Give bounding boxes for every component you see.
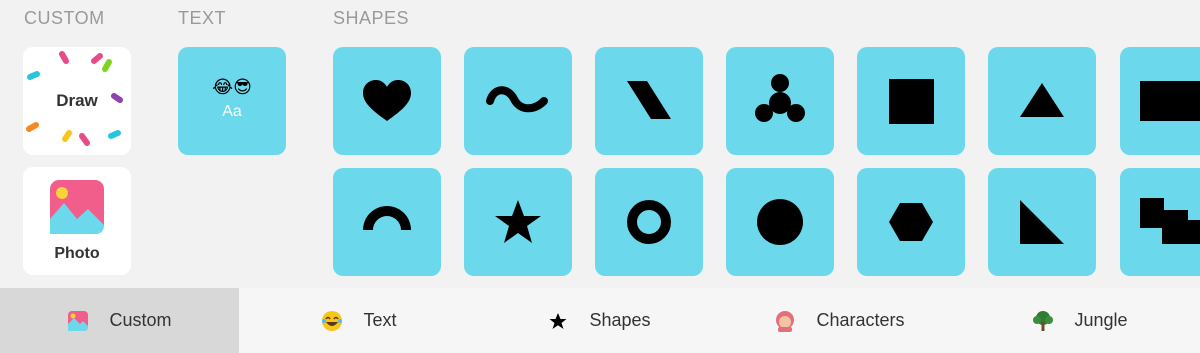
square-shape-icon: [889, 79, 934, 124]
shape-tile-ring[interactable]: [595, 168, 703, 276]
section-label-custom: CUSTOM: [24, 8, 105, 28]
tab-custom-label: Custom: [109, 310, 172, 330]
parallelogram-shape-icon: [627, 81, 671, 119]
shape-tile-trefoil[interactable]: [726, 47, 834, 155]
text-tile[interactable]: 😂😎 Aa: [178, 47, 286, 155]
text-tile-sample: Aa: [222, 103, 242, 120]
laughing-emoji-icon: [321, 310, 343, 332]
trefoil-shape-icon: [755, 74, 805, 122]
tab-characters-label: Characters: [816, 310, 905, 330]
tab-text-label: Text: [363, 310, 397, 330]
photo-label: Photo: [54, 245, 100, 262]
shape-tile-heart[interactable]: [333, 47, 441, 155]
tab-jungle-label: Jungle: [1074, 310, 1128, 330]
shape-tile-circle[interactable]: [726, 168, 834, 276]
shape-tile-parallelogram[interactable]: [595, 47, 703, 155]
draw-tile[interactable]: Draw: [23, 47, 131, 155]
character-face-icon: [774, 310, 796, 332]
wave-shape-icon: [486, 86, 548, 113]
zigzag-shape-icon: [1140, 198, 1200, 244]
triangle-shape-icon: [1020, 83, 1064, 117]
shape-tile-square[interactable]: [857, 47, 965, 155]
shape-tile-wave[interactable]: [464, 47, 572, 155]
tab-custom[interactable]: Custom: [0, 288, 239, 353]
hexagon-shape-icon: [889, 203, 933, 241]
star-icon: [547, 310, 569, 332]
shape-tile-right-triangle[interactable]: [988, 168, 1096, 276]
photo-icon: [67, 310, 89, 332]
rectangle-shape-icon: [1140, 81, 1200, 121]
arch-shape-icon: [363, 206, 411, 230]
tab-characters[interactable]: Characters: [719, 288, 960, 353]
text-tile-emoji: 😂😎: [212, 77, 252, 97]
section-label-text: TEXT: [178, 8, 227, 28]
heart-shape-icon: [363, 80, 411, 121]
draw-label: Draw: [56, 91, 98, 110]
tab-shapes-label: Shapes: [589, 310, 651, 330]
right-triangle-shape-icon: [1020, 200, 1064, 244]
shape-tile-zigzag[interactable]: [1120, 168, 1200, 276]
shape-tile-arch[interactable]: [333, 168, 441, 276]
tab-shapes[interactable]: Shapes: [479, 288, 719, 353]
bottom-tab-bar: Custom Text Shapes Characters Jungle: [0, 288, 1200, 353]
tab-jungle[interactable]: Jungle: [960, 288, 1200, 353]
shape-tile-triangle[interactable]: [988, 47, 1096, 155]
photo-tile[interactable]: Photo: [23, 167, 131, 275]
ring-shape-icon: [627, 200, 671, 244]
star-shape-icon: [495, 200, 541, 243]
circle-shape-icon: [757, 199, 803, 245]
shape-tile-rectangle[interactable]: [1120, 47, 1200, 155]
shape-tile-star[interactable]: [464, 168, 572, 276]
tab-text[interactable]: Text: [239, 288, 479, 353]
section-label-shapes: SHAPES: [333, 8, 410, 28]
shape-tile-hexagon[interactable]: [857, 168, 965, 276]
tree-icon: [1032, 310, 1054, 332]
